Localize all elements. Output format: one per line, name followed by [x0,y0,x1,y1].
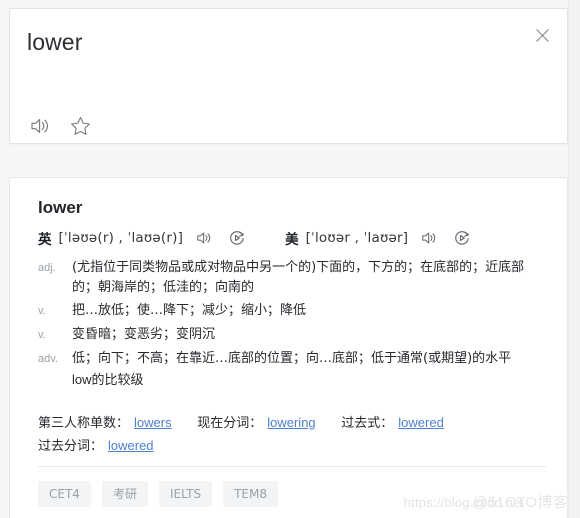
inflection-label: 第三人称单数： [38,415,130,430]
inflection-label: 过去式： [341,415,394,430]
speaker-icon [30,117,50,135]
part-of-speech-label: adj. [38,262,56,274]
inflection-past-tense: 过去式： lowered [341,415,444,430]
definition-list: adj. (尤指位于同类物品或成对物品中另一个的)下面的，下方的；在底部的；近底… [38,258,548,393]
definition-item: v. 变昏暗；变恶劣；变阴沉 [38,325,548,345]
pronounce-uk-button[interactable] [192,226,216,250]
inflection-link[interactable]: lowered [108,438,154,453]
tag-cet4[interactable]: CET4 [38,481,91,507]
pronounce-button[interactable] [28,114,52,138]
phonetics-row: 英 [ˈləʊə(r) , ˈlaʊə(r)] 美 [ˈloʊər , ˈlaʊ… [38,226,474,250]
definition-text: 把…放低；使…降下；减少；缩小；降低 [72,303,307,318]
play-loop-icon [229,230,245,246]
tag-kaoyan[interactable]: 考研 [101,481,148,507]
repeat-play-us-button[interactable] [450,226,474,250]
inflection-label: 现在分词： [197,415,263,430]
definition-note: low的比较级 [72,371,144,387]
phonetic-icons-us [417,226,474,250]
inflection-link[interactable]: lowering [267,415,315,430]
close-button[interactable] [529,22,555,48]
inflection-present-participle: 现在分词： lowering [197,415,319,430]
inflection-list: 第三人称单数： lowers 现在分词： lowering 过去式： lowered … [38,411,548,457]
section-divider [38,466,546,467]
part-of-speech-label: adv. [38,353,58,365]
dictionary-popup-page: lower lower 英 [ˈləʊə(r) , ˈlaʊə(r)] 美 [ˈ… [0,0,580,518]
close-icon [535,28,550,43]
definition-item: adv. 低；向下；不高；在靠近…底部的位置；向…底部；低于通常(或期望)的水平… [38,349,548,389]
pronounce-us-button[interactable] [417,226,441,250]
tag-tem8[interactable]: TEM8 [223,481,278,507]
phonetic-group-us: 美 [ˈloʊər , ˈlaʊər] [285,226,474,250]
word-header-card: lower [9,8,568,144]
inflection-third-person: 第三人称单数： lowers [38,415,175,430]
scrollbar-track[interactable] [568,0,580,518]
entry-headword: lower [38,198,83,217]
definition-item: adj. (尤指位于同类物品或成对物品中另一个的)下面的，下方的；在底部的；近底… [38,258,548,297]
inflection-row: 第三人称单数： lowers 现在分词： lowering 过去式： lowered [38,411,548,434]
inflection-row: 过去分词： lowered [38,434,548,457]
inflection-label: 过去分词： [38,438,104,453]
definition-text: 低；向下；不高；在靠近…底部的位置；向…底部；低于通常(或期望)的水平 [72,351,512,366]
speaker-icon [421,231,437,245]
part-of-speech-label: v. [38,329,46,341]
header-action-bar [28,114,92,138]
page-title: lower [27,29,83,55]
phonetic-ipa-us: [ˈloʊər , ˈlaʊər] [305,230,409,246]
phonetic-icons-uk [192,226,249,250]
phonetic-locale-us: 美 [285,232,299,247]
favorite-button[interactable] [68,114,92,138]
dictionary-entry-card: lower 英 [ˈləʊə(r) , ˈlaʊə(r)] 美 [ˈloʊər … [9,177,568,518]
phonetic-ipa-uk: [ˈləʊə(r) , ˈlaʊə(r)] [58,230,184,246]
part-of-speech-label: v. [38,305,46,317]
phonetic-group-uk: 英 [ˈləʊə(r) , ˈlaʊə(r)] [38,226,249,250]
tag-ielts[interactable]: IELTS [158,481,213,507]
inflection-past-participle: 过去分词： lowered [38,438,154,453]
definition-text: 变昏暗；变恶劣；变阴沉 [72,327,216,342]
definition-item: v. 把…放低；使…降下；减少；缩小；降低 [38,301,548,321]
phonetic-locale-uk: 英 [38,232,52,247]
exam-tag-list: CET4 考研 IELTS TEM8 [38,481,278,507]
inflection-link[interactable]: lowered [398,415,444,430]
repeat-play-uk-button[interactable] [225,226,249,250]
star-outline-icon [70,116,91,136]
speaker-icon [196,231,212,245]
definition-text: (尤指位于同类物品或成对物品中另一个的)下面的，下方的；在底部的；近底部的；朝海… [72,260,525,295]
definition-text-group: 低；向下；不高；在靠近…底部的位置；向…底部；低于通常(或期望)的水平 low的… [72,349,548,389]
inflection-link[interactable]: lowers [134,415,172,430]
play-loop-icon [454,230,470,246]
